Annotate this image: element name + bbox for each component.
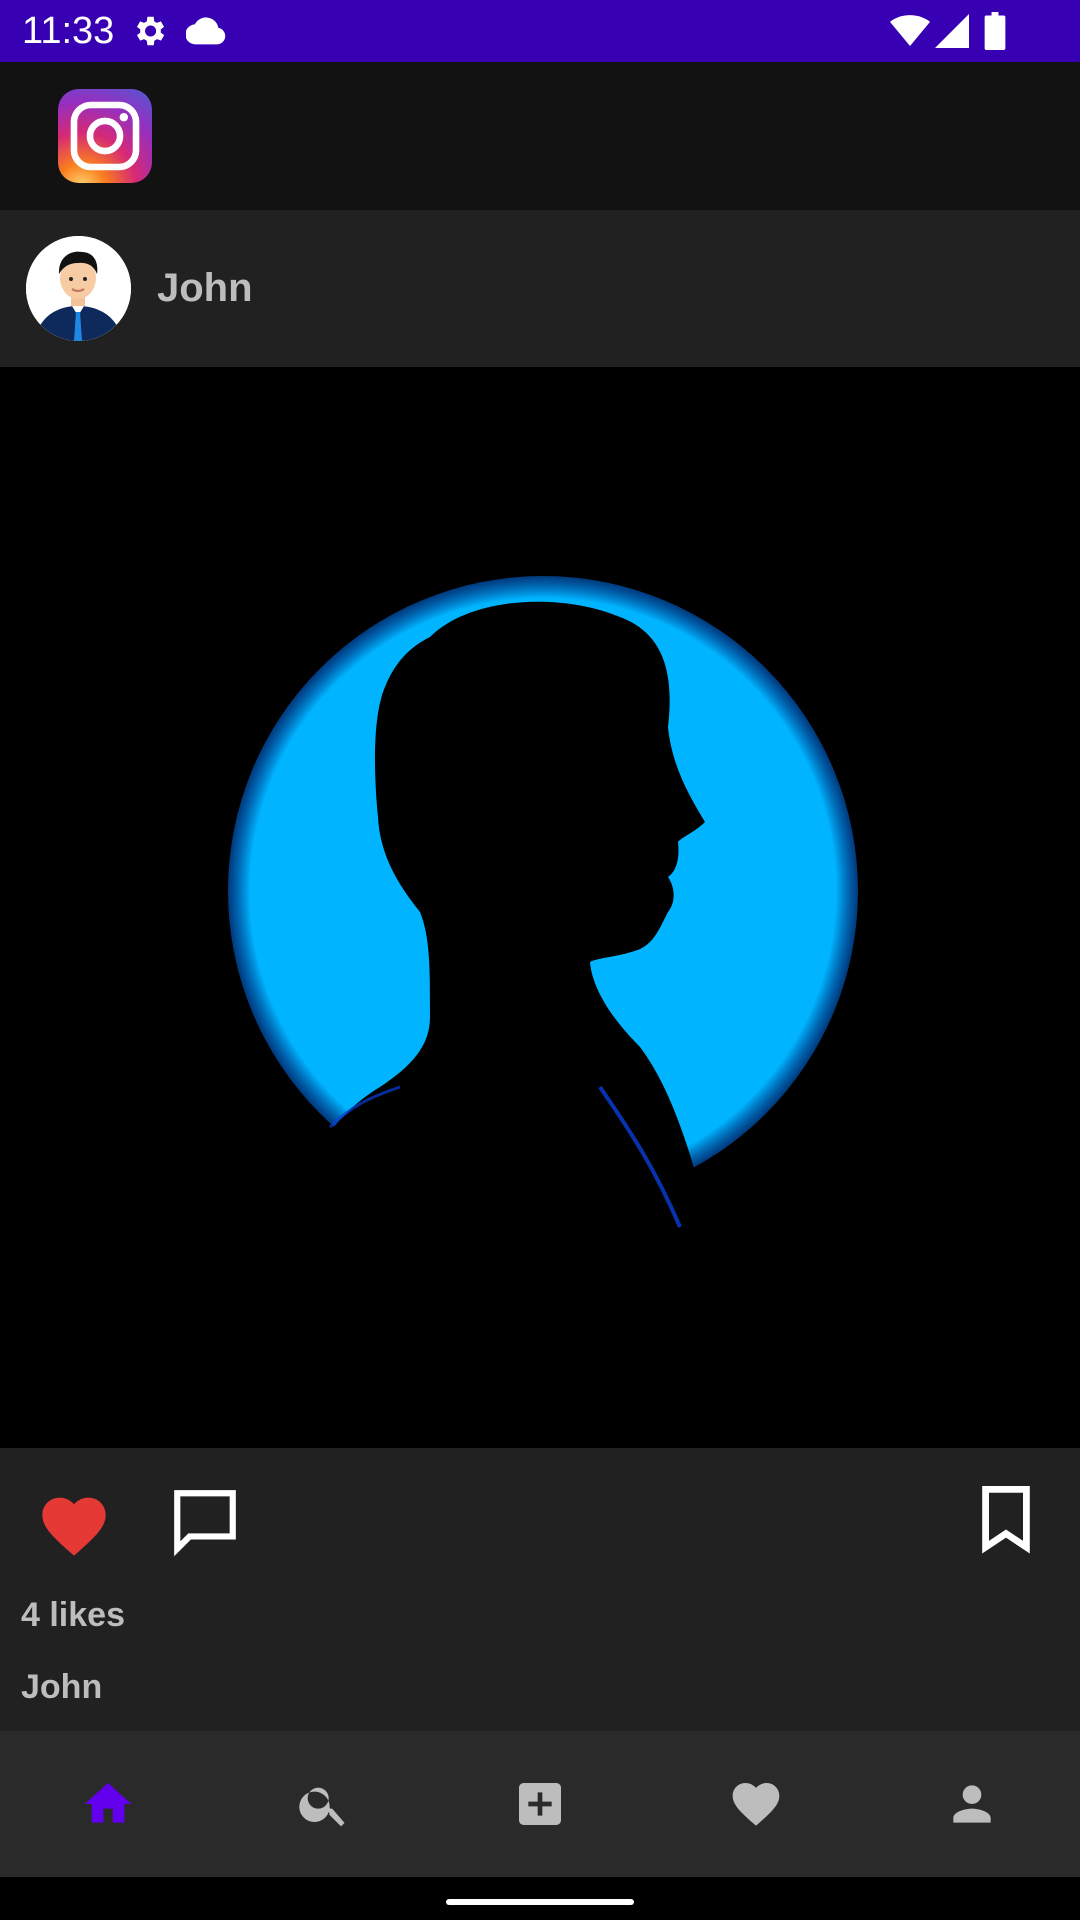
cloud-icon xyxy=(186,17,226,45)
post-image[interactable] xyxy=(0,367,1080,1448)
post-actions: 4 likes John xyxy=(0,1448,1080,1731)
post-author-name[interactable]: John xyxy=(157,266,253,311)
bottom-navigation xyxy=(0,1731,1080,1877)
avatar-illustration xyxy=(26,236,131,341)
like-heart-icon[interactable] xyxy=(36,1488,112,1558)
caption-author[interactable]: John xyxy=(21,1668,102,1707)
nav-activity-heart-icon[interactable] xyxy=(728,1776,784,1832)
battery-icon xyxy=(984,12,1006,50)
wifi-icon xyxy=(890,15,930,46)
nav-search-icon[interactable] xyxy=(296,1776,352,1832)
status-time: 11:33 xyxy=(22,10,115,52)
post-header: John xyxy=(0,210,1080,367)
settings-icon xyxy=(136,16,165,46)
nav-home-icon[interactable] xyxy=(80,1776,136,1832)
nav-add-post-icon[interactable] xyxy=(512,1776,568,1832)
gesture-bar xyxy=(0,1877,1080,1920)
home-gesture-handle[interactable] xyxy=(446,1899,634,1905)
likes-count[interactable]: 4 likes xyxy=(21,1596,125,1635)
comment-icon[interactable] xyxy=(168,1484,242,1558)
silhouette-photo xyxy=(0,367,1080,1448)
instagram-logo[interactable] xyxy=(58,89,152,183)
bookmark-icon[interactable] xyxy=(978,1486,1034,1554)
status-bar: 11:33 xyxy=(0,0,1080,62)
avatar[interactable] xyxy=(26,236,131,341)
nav-profile-icon[interactable] xyxy=(944,1776,1000,1832)
top-app-bar xyxy=(0,62,1080,210)
signal-icon xyxy=(935,14,969,48)
